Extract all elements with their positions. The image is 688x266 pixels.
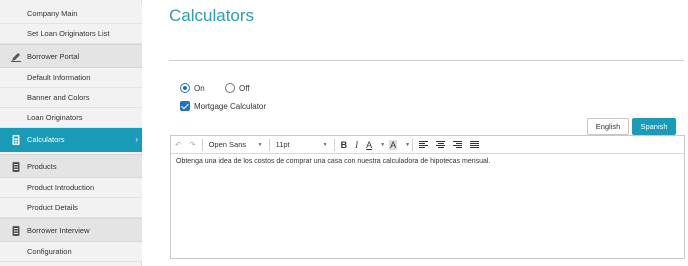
font-color-button[interactable]: A: [362, 136, 376, 154]
chevron-down-icon[interactable]: ▼: [405, 142, 410, 148]
sidebar-item-label: Banner and Colors: [27, 93, 90, 102]
sidebar-item-label: Default Information: [27, 73, 91, 82]
sidebar-item-default-information[interactable]: Default Information: [0, 68, 142, 88]
sidebar-item-company-main[interactable]: Company Main: [0, 4, 142, 24]
chevron-down-icon: ▼: [257, 141, 263, 148]
font-size-select[interactable]: 11pt ▼: [272, 136, 332, 154]
sidebar-item-borrower-portal[interactable]: Borrower Portal: [0, 44, 142, 68]
spanish-tab-button[interactable]: Spanish: [632, 118, 676, 135]
sidebar-item-label: Calculators: [27, 135, 65, 144]
align-left-icon[interactable]: [415, 136, 432, 154]
redo-icon[interactable]: ↷: [185, 136, 199, 154]
radio-on-control[interactable]: [180, 83, 190, 93]
sidebar-item-product-details[interactable]: Product Details: [0, 198, 142, 218]
editor-toolbar: ↶ ↷ Open Sans ▼ 11pt ▼ B I A ▼ A ▼: [171, 136, 684, 154]
sidebar-item-borrower-interview[interactable]: Borrower Interview: [0, 218, 142, 242]
sidebar-item-label: Loan Originators: [27, 113, 83, 122]
sidebar-item-label: Set Loan Originators List: [27, 29, 110, 38]
sidebar-item-configuration[interactable]: Configuration: [0, 242, 142, 262]
bold-button[interactable]: B: [337, 136, 352, 154]
undo-icon[interactable]: ↶: [171, 136, 185, 154]
document-icon: [12, 162, 20, 172]
sidebar-item-label: Product Introduction: [27, 183, 95, 192]
sidebar-item-label: Products: [27, 162, 57, 171]
pen-icon: [11, 53, 21, 62]
divider: [169, 60, 684, 61]
italic-button[interactable]: I: [351, 136, 362, 154]
toolbar-separator: [201, 138, 203, 151]
highlight-color-button[interactable]: A: [385, 136, 401, 154]
radio-off-label: Off: [239, 83, 250, 93]
sidebar-item-label: Product Details: [27, 203, 78, 212]
chevron-down-icon: ▼: [322, 141, 328, 148]
sidebar-item-banner-and-colors[interactable]: Banner and Colors: [0, 88, 142, 108]
radio-on-label: On: [194, 83, 205, 93]
highlight-color-label: A: [389, 139, 398, 150]
sidebar-item-label: Borrower Portal: [27, 52, 80, 61]
align-right-icon[interactable]: [449, 136, 466, 154]
sidebar-item-calculators[interactable]: Calculators ›: [0, 128, 142, 152]
toolbar-separator: [268, 138, 270, 151]
toolbar-separator: [412, 138, 414, 151]
rich-text-editor: ↶ ↷ Open Sans ▼ 11pt ▼ B I A ▼ A ▼ Obten…: [170, 135, 685, 259]
editor-content[interactable]: Obtenga una idea de los costos de compra…: [171, 154, 684, 169]
chevron-right-icon: ›: [135, 135, 138, 144]
sidebar-item-set-loan-originators-list[interactable]: Set Loan Originators List: [0, 24, 142, 44]
sidebar-item-label: Borrower Interview: [27, 226, 90, 235]
sidebar-item-products[interactable]: Products: [0, 154, 142, 178]
radio-off-control[interactable]: [225, 83, 235, 93]
english-tab-button[interactable]: English: [587, 118, 629, 135]
sidebar-item-label: Configuration: [27, 247, 72, 256]
font-family-select[interactable]: Open Sans ▼: [205, 136, 267, 154]
page-title: Calculators: [169, 6, 255, 25]
sidebar: Company Main Set Loan Originators List B…: [0, 0, 142, 266]
mortgage-calculator-checkbox[interactable]: Mortgage Calculator: [180, 100, 266, 112]
radio-off[interactable]: Off: [225, 82, 250, 94]
sidebar-item-label: Company Main: [27, 9, 78, 18]
mortgage-calculator-label: Mortgage Calculator: [194, 101, 267, 111]
align-center-icon[interactable]: [432, 136, 449, 154]
sidebar-item-product-introduction[interactable]: Product Introduction: [0, 178, 142, 198]
calculator-icon: [12, 135, 20, 145]
radio-on[interactable]: On: [180, 82, 205, 94]
checkbox-control[interactable]: [180, 101, 190, 111]
sidebar-item-loan-originators[interactable]: Loan Originators: [0, 108, 142, 128]
font-size-value: 11pt: [275, 140, 290, 149]
font-family-value: Open Sans: [208, 140, 247, 149]
document-icon: [12, 226, 20, 236]
align-justify-icon[interactable]: [466, 136, 483, 154]
toolbar-separator: [333, 138, 335, 151]
